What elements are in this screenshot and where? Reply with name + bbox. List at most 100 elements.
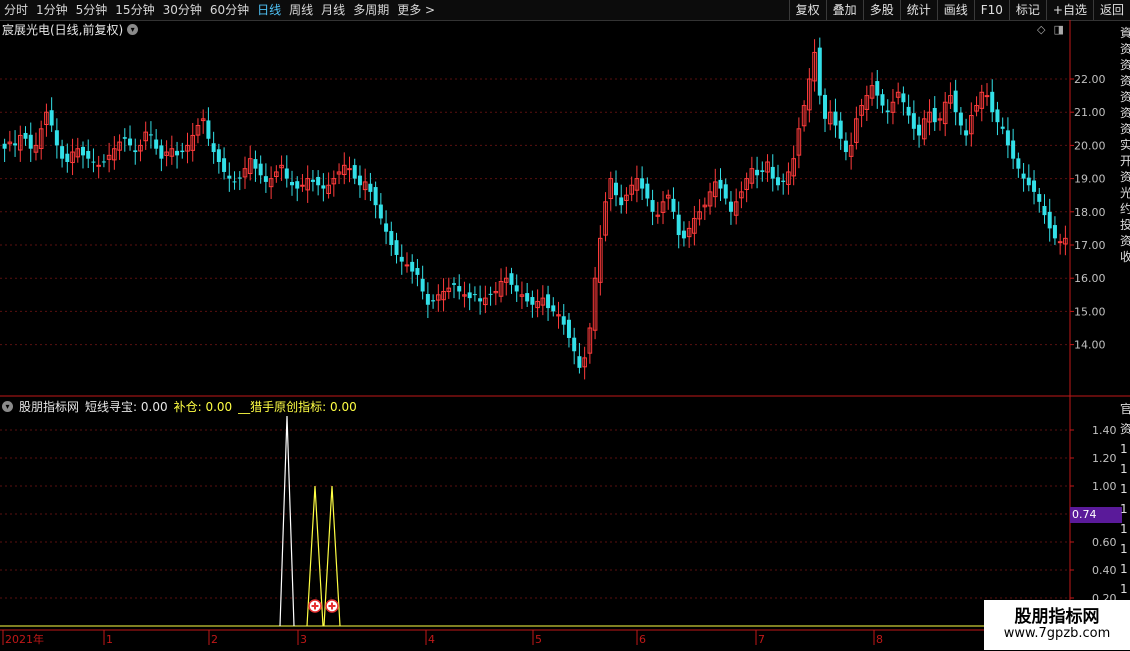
candle-body bbox=[1047, 211, 1052, 229]
indicator-chart: 1.401.201.000.800.600.400.20 bbox=[0, 415, 1117, 627]
candle-body bbox=[352, 165, 357, 179]
date-label: 2 bbox=[211, 633, 218, 646]
candle-body bbox=[13, 143, 18, 146]
candle-body bbox=[566, 319, 571, 338]
candle-body bbox=[875, 81, 880, 96]
candle-body bbox=[718, 179, 723, 189]
candle-body bbox=[577, 356, 582, 368]
candle-body bbox=[1026, 177, 1031, 186]
candle-body bbox=[389, 231, 394, 245]
candle-body bbox=[91, 161, 96, 163]
candle-body bbox=[755, 169, 760, 176]
candle-body bbox=[551, 305, 556, 312]
strip-char: 1 bbox=[1120, 482, 1128, 496]
candle-body bbox=[723, 184, 728, 199]
strip-char: 约 bbox=[1120, 202, 1130, 216]
candle-body bbox=[159, 145, 164, 159]
price-chart[interactable]: 22.0021.0020.0019.0018.0017.0016.0015.00… bbox=[0, 0, 1130, 650]
strip-char: 资 bbox=[1120, 42, 1130, 56]
candle-body bbox=[65, 153, 70, 162]
strip-char: 资 bbox=[1120, 170, 1130, 184]
candle-body bbox=[984, 95, 990, 98]
candle-body bbox=[415, 268, 420, 275]
candle-body bbox=[216, 149, 221, 162]
candle-body bbox=[154, 139, 159, 149]
candle-body bbox=[770, 166, 775, 179]
side-info-strip: 資资资资资资资实开资光约投资收 官资1111111111 bbox=[1070, 21, 1130, 651]
candle-body bbox=[54, 130, 59, 146]
watermark-url: www.7gpzb.com bbox=[1003, 626, 1111, 641]
candle-body bbox=[227, 175, 232, 179]
candle-body bbox=[561, 316, 566, 325]
candle-body bbox=[211, 143, 216, 153]
candle-body bbox=[263, 176, 268, 182]
candle-body bbox=[995, 109, 1000, 123]
candle-body bbox=[128, 138, 133, 146]
candle-body bbox=[284, 168, 289, 179]
candle-body bbox=[775, 177, 780, 186]
candle-body bbox=[431, 300, 436, 302]
date-label: 5 bbox=[535, 633, 542, 646]
candle-body bbox=[420, 278, 425, 292]
candle-body bbox=[357, 175, 362, 186]
indicator-line1: 短线寻宝: 0.00 bbox=[85, 400, 168, 414]
candle-body bbox=[1037, 194, 1042, 202]
candle-body bbox=[28, 134, 33, 149]
candle-body bbox=[901, 93, 906, 103]
candle-body bbox=[180, 150, 185, 153]
candle-body bbox=[394, 240, 399, 255]
candle-body bbox=[175, 150, 180, 156]
indicator-spike bbox=[279, 415, 295, 627]
candle-body bbox=[295, 181, 300, 189]
date-label: 6 bbox=[639, 633, 646, 646]
candle-body bbox=[953, 90, 958, 113]
candle-body bbox=[316, 176, 321, 186]
candle-body bbox=[823, 94, 828, 119]
strip-char: 1 bbox=[1120, 522, 1128, 536]
candle-body bbox=[378, 204, 383, 219]
strip-char: 实 bbox=[1120, 138, 1130, 152]
strip-char: 资 bbox=[1120, 74, 1130, 88]
candle-body bbox=[49, 110, 54, 126]
candle-body bbox=[640, 178, 645, 189]
candle-body bbox=[1042, 206, 1047, 216]
date-axis: 2021年 1 2 3 4 5 6 7 8 bbox=[2, 630, 883, 646]
candle-body bbox=[425, 293, 430, 305]
candle-body bbox=[917, 124, 922, 136]
candle-body bbox=[1000, 126, 1005, 129]
indicator-name[interactable]: 股朋指标网 bbox=[19, 398, 79, 415]
candle-body bbox=[1057, 241, 1063, 244]
candle-body bbox=[488, 293, 493, 295]
candle-body bbox=[964, 130, 969, 136]
candle-body bbox=[321, 185, 326, 189]
candle-body bbox=[122, 137, 127, 139]
strip-char: 1 bbox=[1120, 462, 1128, 476]
candle-body bbox=[546, 294, 551, 309]
candle-body bbox=[676, 214, 681, 236]
candle-body bbox=[258, 163, 263, 176]
strip-char: 1 bbox=[1120, 562, 1128, 576]
indicator-title-bar: ▾ 股朋指标网 短线寻宝: 0.00 补仓: 0.00 __猎手原创指标: 0.… bbox=[2, 398, 357, 415]
strip-char: 資 bbox=[1120, 26, 1130, 40]
watermark: 股朋指标网 www.7gpzb.com bbox=[984, 600, 1130, 650]
candle-body bbox=[467, 292, 472, 299]
strip-char: 光 bbox=[1120, 186, 1130, 200]
candle-body bbox=[86, 150, 91, 159]
strip-char: 投 bbox=[1120, 218, 1130, 232]
candle-body bbox=[958, 112, 963, 126]
strip-char: 1 bbox=[1120, 582, 1128, 596]
date-label: 8 bbox=[876, 633, 883, 646]
date-label: 7 bbox=[758, 633, 765, 646]
candle-body bbox=[681, 230, 686, 239]
candle-body bbox=[23, 132, 28, 139]
candle-body bbox=[1021, 173, 1026, 179]
strip-char: 1 bbox=[1120, 542, 1128, 556]
indicator-line2: 补仓: 0.00 bbox=[173, 400, 233, 414]
chevron-down-icon[interactable]: ▾ bbox=[2, 401, 13, 412]
strip-char: 资 bbox=[1120, 122, 1130, 136]
strip-char: 资 bbox=[1120, 106, 1130, 120]
candle-body bbox=[253, 159, 258, 169]
candle-body bbox=[1016, 158, 1021, 169]
candle-body bbox=[880, 94, 885, 106]
candle-body bbox=[452, 283, 457, 285]
